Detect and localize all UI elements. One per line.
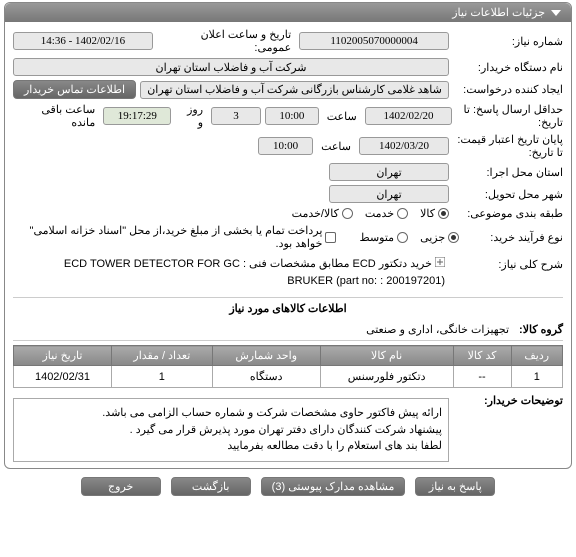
row-need-no: شماره نیاز: 1102005070000004 تاریخ و ساع…	[13, 26, 563, 56]
field-requester: شاهد غلامی کارشناس بازرگانی شرکت آب و فا…	[140, 81, 449, 99]
label-process: نوع فرآیند خرید:	[463, 231, 563, 244]
label-requester: ایجاد کننده درخواست:	[453, 83, 563, 96]
table-row: 1 -- دتکتور فلورسنس دستگاه 1 1402/02/31	[14, 366, 563, 388]
label-deadline: حداقل ارسال پاسخ: تا تاریخ:	[456, 103, 563, 129]
radio-dot-icon	[342, 208, 353, 219]
cell-unit: دستگاه	[212, 366, 320, 388]
label-announce: تاریخ و ساعت اعلان عمومی:	[157, 28, 295, 54]
th-code: کد کالا	[453, 346, 511, 366]
cell-date: 1402/02/31	[14, 366, 112, 388]
label-valid: پایان تاریخ اعتبار قیمت: تا تاریخ:	[453, 133, 563, 159]
goods-section-title: اطلاعات کالاهای مورد نیاز	[13, 297, 563, 319]
cell-code: --	[453, 366, 511, 388]
field-days: 3	[211, 107, 261, 125]
row-deadline: حداقل ارسال پاسخ: تا تاریخ: 1402/02/20 س…	[13, 101, 563, 131]
desc-line: پیشنهاد شرکت کنندگان دارای دفتر تهران مو…	[20, 422, 442, 439]
field-need-no: 1102005070000004	[299, 32, 449, 50]
panel-header[interactable]: جزئیات اطلاعات نیاز	[5, 3, 571, 22]
radio-group-process: جزیی متوسط	[360, 231, 460, 244]
label-group: گروه کالا:	[515, 323, 563, 336]
field-valid-time: 10:00	[258, 137, 313, 155]
row-need-title: شرح کلی نیاز: خرید دتکتور ECD مطابق مشخص…	[13, 252, 563, 293]
contact-buyer-button[interactable]: اطلاعات تماس خریدار	[13, 80, 136, 99]
panel-body: شماره نیاز: 1102005070000004 تاریخ و ساع…	[5, 22, 571, 468]
table-header-row: ردیف کد کالا نام کالا واحد شمارش تعداد /…	[14, 346, 563, 366]
radio-medium[interactable]: متوسط	[360, 231, 409, 244]
field-deadline-time: 10:00	[265, 107, 319, 125]
field-countdown: 19:17:29	[103, 107, 171, 125]
row-desc: توضیحات خریدار: ارائه پیش فاکتور حاوی مش…	[13, 392, 563, 464]
radio-both[interactable]: کالا/خدمت	[292, 207, 353, 220]
radio-service[interactable]: خدمت	[365, 207, 408, 220]
label-buyer-org: نام دستگاه خریدار:	[453, 61, 563, 74]
label-remain: ساعت باقی مانده	[13, 103, 99, 129]
radio-dot-icon	[438, 208, 449, 219]
field-announce: 1402/02/16 - 14:36	[13, 32, 153, 50]
row-process: نوع فرآیند خرید: جزیی متوسط پرداخت تمام …	[13, 222, 563, 252]
footer-toolbar: پاسخ به نیاز مشاهده مدارک پیوستی (3) باز…	[0, 471, 576, 498]
desc-line: لطفا بند های استعلام را با دقت مطالعه بف…	[20, 438, 442, 455]
goods-table: ردیف کد کالا نام کالا واحد شمارش تعداد /…	[13, 345, 563, 388]
label-time-2: ساعت	[317, 140, 355, 153]
th-unit: واحد شمارش	[212, 346, 320, 366]
label-desc: توضیحات خریدار:	[453, 394, 563, 407]
attachments-button[interactable]: مشاهده مدارک پیوستی (3)	[261, 477, 406, 496]
desc-box: ارائه پیش فاکتور حاوی مشخصات شرکت و شمار…	[13, 398, 449, 462]
radio-goods[interactable]: کالا	[420, 207, 449, 220]
row-requester: ایجاد کننده درخواست: شاهد غلامی کارشناس …	[13, 78, 563, 101]
radio-retail[interactable]: جزیی	[420, 231, 459, 244]
label-need-title: شرح کلی نیاز:	[453, 254, 563, 271]
row-group: گروه کالا: تجهیزات خانگی، اداری و صنعتی	[13, 319, 563, 341]
label-days-and: روز و	[175, 103, 207, 129]
label-loc-exec: استان محل اجرا:	[453, 166, 563, 179]
th-name: نام کالا	[320, 346, 453, 366]
radio-dot-icon	[448, 232, 459, 243]
row-valid: پایان تاریخ اعتبار قیمت: تا تاریخ: 1402/…	[13, 131, 563, 161]
radio-dot-icon	[397, 232, 408, 243]
label-category: طبقه بندی موضوعی:	[453, 207, 563, 220]
field-valid-date: 1402/03/20	[359, 137, 449, 155]
label-need-no: شماره نیاز:	[453, 35, 563, 48]
chevron-down-icon	[551, 10, 561, 16]
radio-group-category: کالا خدمت کالا/خدمت	[292, 207, 449, 220]
need-title-text: خرید دتکتور ECD مطابق مشخصات فنی : ECD T…	[13, 254, 449, 291]
label-time-1: ساعت	[323, 110, 361, 123]
checkbox-icon	[325, 232, 335, 243]
th-row: ردیف	[511, 346, 562, 366]
field-buyer-org: شرکت آب و فاضلاب استان تهران	[13, 58, 449, 76]
row-loc-exec: استان محل اجرا: تهران	[13, 161, 563, 183]
panel-title: جزئیات اطلاعات نیاز	[452, 6, 545, 19]
cell-row: 1	[511, 366, 562, 388]
row-category: طبقه بندی موضوعی: کالا خدمت کالا/خدمت	[13, 205, 563, 222]
cell-name: دتکتور فلورسنس	[320, 366, 453, 388]
exit-button[interactable]: خروج	[81, 477, 161, 496]
label-loc-deliver: شهر محل تحویل:	[453, 188, 563, 201]
field-loc-deliver: تهران	[329, 185, 449, 203]
checkbox-treasury[interactable]: پرداخت تمام یا بخشی از مبلغ خرید،از محل …	[13, 224, 336, 250]
cell-qty: 1	[111, 366, 212, 388]
expand-icon[interactable]	[435, 256, 445, 273]
th-date: تاریخ نیاز	[14, 346, 112, 366]
field-deadline-date: 1402/02/20	[365, 107, 453, 125]
row-buyer-org: نام دستگاه خریدار: شرکت آب و فاضلاب استا…	[13, 56, 563, 78]
need-details-panel: جزئیات اطلاعات نیاز شماره نیاز: 11020050…	[4, 2, 572, 469]
field-loc-exec: تهران	[329, 163, 449, 181]
th-qty: تعداد / مقدار	[111, 346, 212, 366]
back-button[interactable]: بازگشت	[171, 477, 251, 496]
group-value: تجهیزات خانگی، اداری و صنعتی	[366, 323, 509, 336]
row-loc-deliver: شهر محل تحویل: تهران	[13, 183, 563, 205]
respond-button[interactable]: پاسخ به نیاز	[415, 477, 495, 496]
desc-line: ارائه پیش فاکتور حاوی مشخصات شرکت و شمار…	[20, 405, 442, 422]
radio-dot-icon	[397, 208, 408, 219]
